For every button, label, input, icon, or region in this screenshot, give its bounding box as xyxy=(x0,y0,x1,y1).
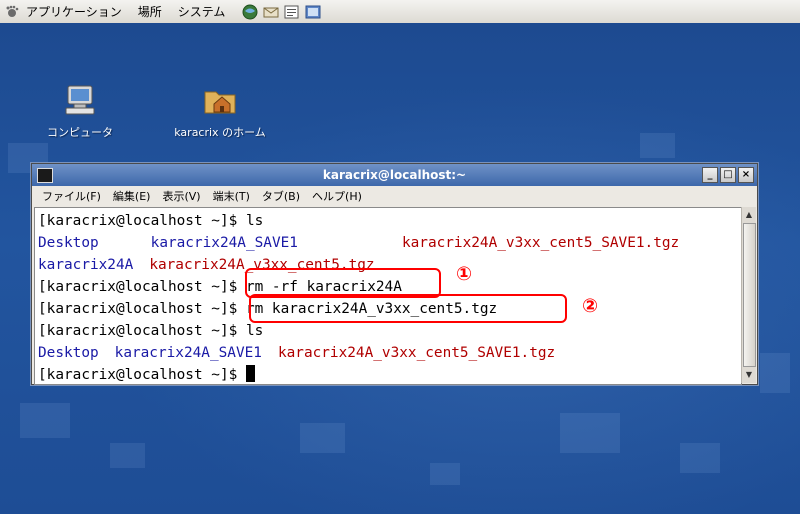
desktop-icon-label: karacrix のホーム xyxy=(174,126,266,139)
terminal-line: Desktop karacrix24A_SAVE1 karacrix24A_v3xx… xyxy=(38,343,555,363)
command: ls xyxy=(245,323,264,339)
archive-entry: karacrix24A_v3xx_cent5_SAVE1.tgz xyxy=(401,235,680,251)
annotation-box-2 xyxy=(249,294,567,323)
command: ls xyxy=(245,213,264,229)
menu-applications[interactable]: アプリケーション xyxy=(26,3,122,20)
gear-icon[interactable] xyxy=(304,3,322,21)
prompt: [karacrix@localhost ~]$ xyxy=(38,301,246,317)
desktop-icon-label: コンピュータ xyxy=(47,126,113,139)
desktop-icon-home[interactable]: karacrix のホーム xyxy=(165,82,275,140)
editor-icon[interactable] xyxy=(283,3,301,21)
menu-system[interactable]: システム xyxy=(178,3,226,20)
terminal-line: [karacrix@localhost ~]$ ls xyxy=(38,321,263,341)
dir-entry: Desktop xyxy=(38,345,99,361)
scroll-down-icon[interactable]: ▼ xyxy=(743,369,755,381)
terminal-line: [karacrix@localhost ~]$ ls xyxy=(38,211,263,231)
computer-icon xyxy=(62,82,98,121)
prompt: [karacrix@localhost ~]$ xyxy=(38,213,246,229)
gnome-foot-icon[interactable] xyxy=(4,4,20,20)
dir-entry: karacrix24A_SAVE1 xyxy=(150,235,298,251)
annotation-number-2: ② xyxy=(582,295,599,317)
window-menubar: ファイル(F) 編集(E) 表示(V) 端末(T) タブ(B) ヘルプ(H) xyxy=(32,186,757,206)
menu-edit[interactable]: 編集(E) xyxy=(113,188,151,204)
home-folder-icon xyxy=(202,82,238,121)
terminal-line: Desktop karacrix24A_SAVE1 karacrix24A_v3xx… xyxy=(38,233,679,253)
close-button[interactable]: × xyxy=(738,167,754,183)
archive-entry: karacrix24A_v3xx_cent5_SAVE1.tgz xyxy=(277,345,556,361)
window-titlebar[interactable]: karacrix@localhost:~ _ □ × xyxy=(32,164,757,186)
menu-tabs[interactable]: タブ(B) xyxy=(262,188,300,204)
menu-terminal[interactable]: 端末(T) xyxy=(213,188,250,204)
desktop-icon-computer[interactable]: コンピュータ xyxy=(40,82,120,140)
browser-icon[interactable] xyxy=(241,3,259,21)
dir-entry: karacrix24A xyxy=(38,257,134,273)
scroll-up-icon[interactable]: ▲ xyxy=(743,209,755,221)
menu-file[interactable]: ファイル(F) xyxy=(42,188,101,204)
scrollbar-thumb[interactable] xyxy=(743,223,756,367)
terminal-line: [karacrix@localhost ~]$ xyxy=(38,365,255,385)
dir-entry: Desktop xyxy=(38,235,99,251)
prompt: [karacrix@localhost ~]$ xyxy=(38,279,246,295)
window-title: karacrix@localhost:~ xyxy=(322,168,467,182)
prompt: [karacrix@localhost ~]$ xyxy=(38,367,246,383)
top-panel: アプリケーション 場所 システム xyxy=(0,0,800,24)
mail-icon[interactable] xyxy=(262,3,280,21)
menu-view[interactable]: 表示(V) xyxy=(162,188,200,204)
text-cursor xyxy=(245,365,255,382)
menu-places[interactable]: 場所 xyxy=(138,3,162,20)
menu-help[interactable]: ヘルプ(H) xyxy=(312,188,362,204)
annotation-number-1: ① xyxy=(456,263,473,285)
scrollbar[interactable]: ▲ ▼ xyxy=(741,207,756,383)
dir-entry: karacrix24A_SAVE1 xyxy=(114,345,262,361)
maximize-button[interactable]: □ xyxy=(720,167,736,183)
minimize-button[interactable]: _ xyxy=(702,167,718,183)
prompt: [karacrix@localhost ~]$ xyxy=(38,323,246,339)
